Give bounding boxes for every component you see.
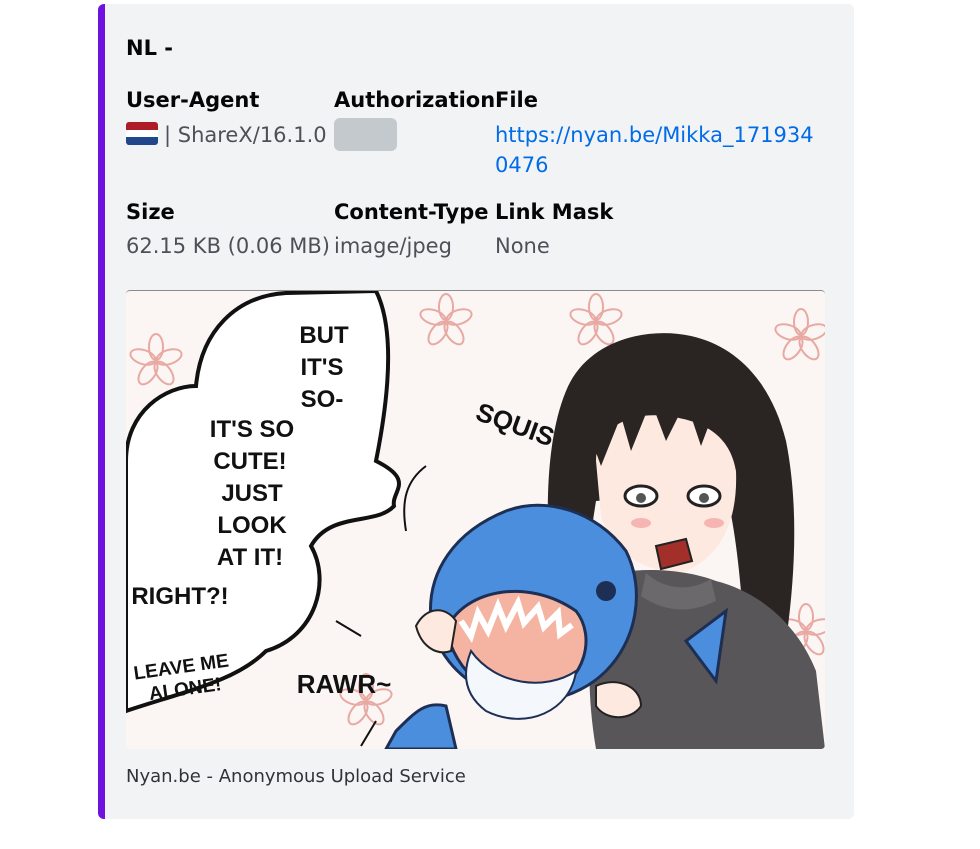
field-name-authorization: Authorization (334, 88, 496, 112)
sfx-text: RAWR~ (297, 669, 392, 699)
bubble-text: RIGHT?! (131, 583, 228, 610)
shark-tail (384, 703, 458, 749)
comic-image: BUT IT'S SO- IT'S SO CUTE! JUST LOOK AT … (126, 291, 825, 749)
field-value-content-type: image/jpeg (334, 234, 452, 258)
bubble-text: CUTE! (213, 448, 286, 475)
field-name-user-agent: User-Agent (126, 88, 260, 112)
flower-decoration (774, 308, 825, 361)
shark-eye (596, 581, 616, 601)
embed-card: NL - User-Agent | ShareX/16.1.0 Authoriz… (98, 4, 854, 819)
embed-footer: Nyan.be - Anonymous Upload Service (126, 766, 466, 787)
bubble-text: AT IT! (217, 544, 283, 571)
bubble-text: LOOK (217, 512, 287, 539)
field-name-size: Size (126, 200, 175, 224)
authorization-spoiler[interactable] (334, 118, 397, 151)
embed-author: NL - (126, 36, 173, 60)
field-name-link-mask: Link Mask (495, 200, 614, 224)
field-value-user-agent: | ShareX/16.1.0 (126, 122, 327, 147)
bubble-text: IT'S (300, 354, 343, 381)
bubble-text: IT'S SO (210, 416, 294, 443)
bubble-text: SO- (301, 386, 344, 413)
bubble-text: JUST (221, 480, 283, 507)
field-value-size: 62.15 KB (0.06 MB) (126, 234, 330, 258)
hand (414, 609, 458, 654)
netherlands-flag-icon (126, 122, 158, 145)
user-agent-text: | ShareX/16.1.0 (164, 123, 327, 147)
flower-decoration (129, 333, 183, 386)
field-name-file: File (495, 88, 538, 112)
field-value-link-mask: None (495, 234, 550, 258)
flower-decoration (419, 293, 473, 346)
bubble-text: BUT (299, 322, 349, 349)
embed-image[interactable]: BUT IT'S SO- IT'S SO CUTE! JUST LOOK AT … (126, 290, 825, 749)
field-name-content-type: Content-Type (334, 200, 489, 224)
flower-decoration (569, 293, 623, 346)
file-link[interactable]: https://nyan.be/Mikka_1719340476 (495, 120, 825, 180)
